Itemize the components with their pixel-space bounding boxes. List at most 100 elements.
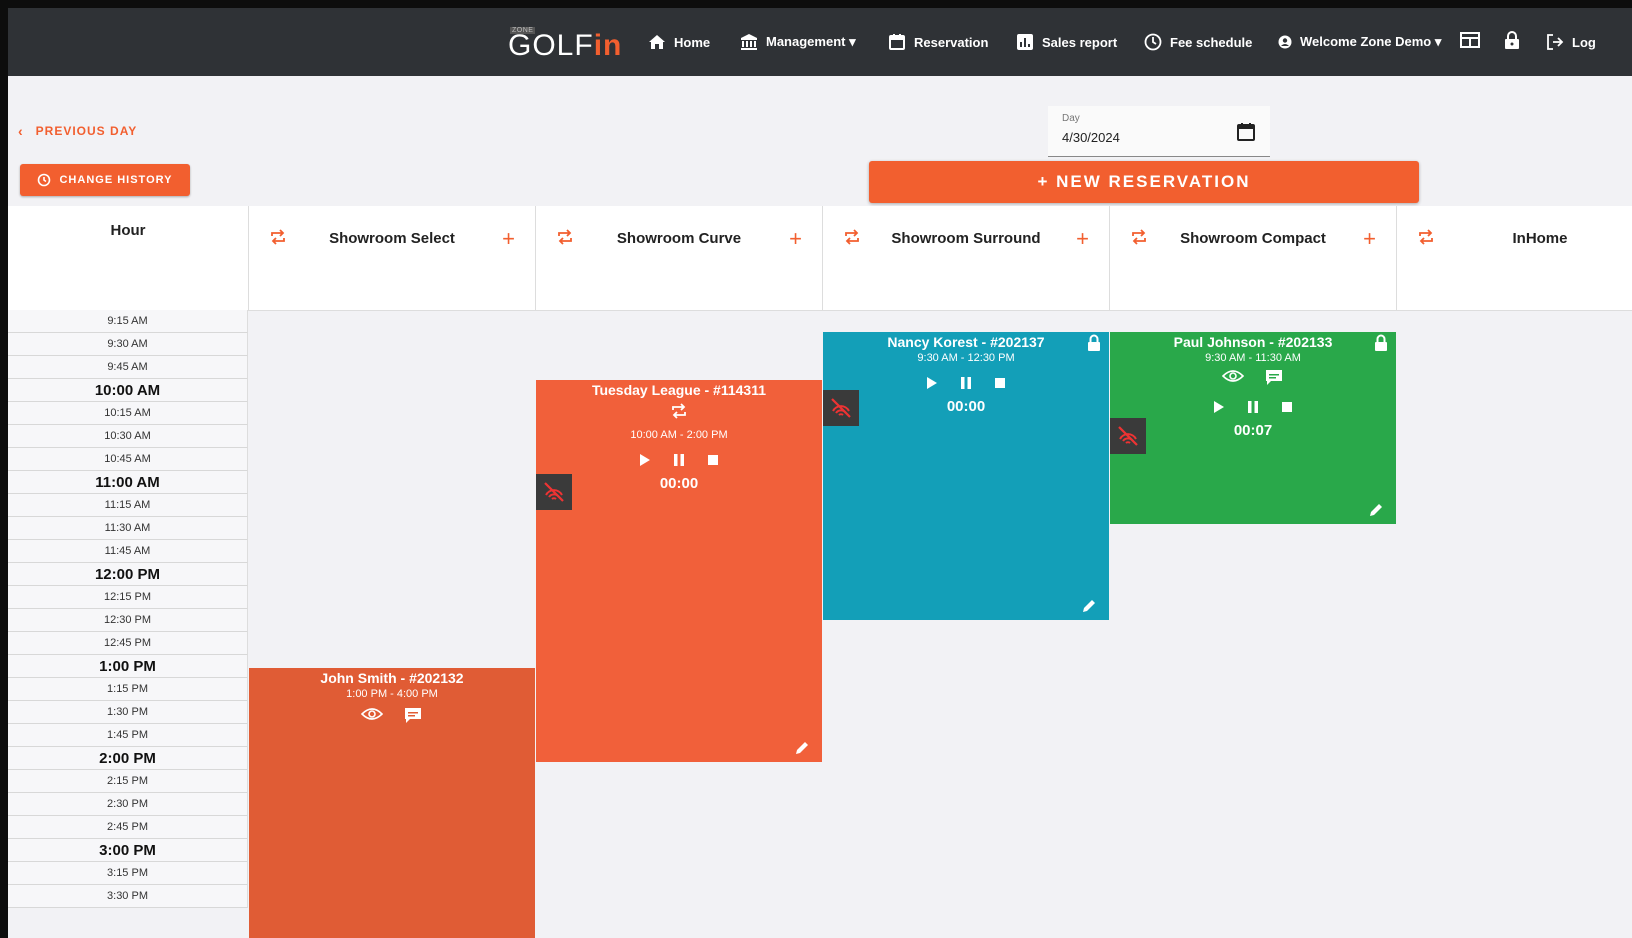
- edit-pencil-icon[interactable]: [1368, 502, 1384, 518]
- top-navbar: ZONE GOLFin Home Management ▾ Reservatio…: [8, 8, 1632, 76]
- bar-chart-icon: [1017, 34, 1033, 50]
- nav-fee-schedule[interactable]: Fee schedule: [1144, 32, 1252, 52]
- calendar-picker-icon[interactable]: [1236, 122, 1256, 142]
- logo-wordmark: GOLFin: [508, 31, 622, 61]
- lock-icon[interactable]: [1374, 334, 1388, 352]
- layout-icon[interactable]: [1460, 30, 1480, 50]
- repeat-icon[interactable]: [556, 228, 574, 246]
- column-title: Showroom Curve: [616, 230, 742, 247]
- nav-logout[interactable]: Log: [1546, 32, 1596, 52]
- comment-icon[interactable]: [403, 706, 423, 724]
- time-slot: 11:45 AM: [8, 540, 248, 563]
- play-icon[interactable]: [926, 376, 938, 390]
- reservation-title: Nancy Korest - #202137: [887, 334, 1045, 350]
- repeat-icon[interactable]: [1130, 228, 1148, 246]
- time-slot: 9:45 AM: [8, 356, 248, 379]
- reservation-card-nancy-korest[interactable]: Nancy Korest - #202137 9:30 AM - 12:30 P…: [823, 332, 1109, 620]
- time-slot: 9:15 AM: [8, 310, 248, 333]
- reservation-card-paul-johnson[interactable]: Paul Johnson - #202133 9:30 AM - 11:30 A…: [1110, 332, 1396, 524]
- logo-golf-text: GOLF: [508, 29, 594, 62]
- nav-sales-report-label: Sales report: [1042, 34, 1118, 50]
- column-header-showroom-select: Showroom Select +: [249, 206, 536, 311]
- new-reservation-label: + NEW RESERVATION: [1037, 172, 1251, 191]
- bank-icon: [741, 34, 757, 50]
- stop-icon[interactable]: [707, 454, 719, 466]
- lock-icon[interactable]: [1504, 30, 1520, 50]
- time-slot: 1:30 PM: [8, 701, 248, 724]
- chevron-left-icon: ‹: [18, 123, 24, 139]
- nav-home-label: Home: [674, 34, 711, 50]
- time-slot: 12:30 PM: [8, 609, 248, 632]
- column-header-showroom-compact: Showroom Compact +: [1110, 206, 1397, 311]
- edit-pencil-icon[interactable]: [794, 740, 810, 756]
- edit-pencil-icon[interactable]: [1081, 598, 1097, 614]
- add-reservation-plus-icon[interactable]: +: [1076, 226, 1089, 252]
- repeat-icon[interactable]: [1417, 228, 1435, 246]
- day-date-field[interactable]: Day 4/30/2024: [1048, 106, 1270, 157]
- time-slot: 1:45 PM: [8, 724, 248, 747]
- column-title: InHome: [1512, 230, 1568, 247]
- logo-in-text: in: [593, 29, 623, 62]
- change-history-label: CHANGE HISTORY: [59, 174, 173, 186]
- time-slot: 10:15 AM: [8, 402, 248, 425]
- reservation-time: 1:00 PM - 4:00 PM: [346, 688, 438, 700]
- day-field-value: 4/30/2024: [1062, 130, 1120, 145]
- zone-golf-in-logo[interactable]: ZONE GOLFin: [508, 23, 632, 63]
- reservation-card-tuesday-league[interactable]: Tuesday League - #114311 10:00 AM - 2:00…: [536, 380, 822, 762]
- pause-icon[interactable]: [960, 376, 972, 390]
- play-icon[interactable]: [639, 453, 651, 467]
- column-title: Showroom Compact: [1180, 230, 1326, 247]
- repeat-icon[interactable]: [843, 228, 861, 246]
- nav-user-menu[interactable]: Welcome Zone Demo ▾: [1278, 32, 1441, 52]
- column-title: Showroom Surround: [891, 230, 1041, 247]
- time-slot: 3:00 PM: [8, 839, 248, 862]
- lock-icon[interactable]: [1087, 334, 1101, 352]
- reservation-timer: 00:07: [1233, 422, 1273, 439]
- reservation-time: 9:30 AM - 11:30 AM: [1205, 352, 1301, 364]
- eye-icon[interactable]: [1222, 368, 1244, 384]
- time-slot: 10:30 AM: [8, 425, 248, 448]
- stop-icon[interactable]: [994, 377, 1006, 389]
- stop-icon[interactable]: [1281, 401, 1293, 413]
- eye-icon[interactable]: [361, 706, 383, 722]
- time-slot: 12:15 PM: [8, 586, 248, 609]
- repeat-icon: [672, 403, 686, 419]
- no-signal-icon: [536, 474, 572, 510]
- nav-fee-schedule-label: Fee schedule: [1170, 34, 1253, 50]
- repeat-icon[interactable]: [269, 228, 287, 246]
- previous-day-link[interactable]: ‹ PREVIOUS DAY: [18, 123, 137, 139]
- nav-sales-report[interactable]: Sales report: [1016, 32, 1117, 52]
- nav-reservation[interactable]: Reservation: [888, 32, 988, 52]
- reservation-title: Paul Johnson - #202133: [1173, 334, 1333, 350]
- comment-icon[interactable]: [1264, 368, 1284, 386]
- column-header-showroom-surround: Showroom Surround +: [823, 206, 1110, 311]
- add-reservation-plus-icon[interactable]: +: [1363, 226, 1376, 252]
- time-slot: 10:45 AM: [8, 448, 248, 471]
- nav-management[interactable]: Management ▾: [740, 32, 856, 52]
- add-reservation-plus-icon[interactable]: +: [502, 226, 515, 252]
- clock-icon: [1144, 33, 1162, 51]
- nav-home[interactable]: Home: [648, 32, 710, 52]
- column-header-showroom-curve: Showroom Curve +: [536, 206, 823, 311]
- time-slot: 3:15 PM: [8, 862, 248, 885]
- nav-management-label: Management ▾: [766, 34, 856, 49]
- add-reservation-plus-icon[interactable]: +: [789, 226, 802, 252]
- column-title: Showroom Select: [329, 230, 455, 247]
- time-slot: 11:15 AM: [8, 494, 248, 517]
- time-slot: 2:30 PM: [8, 793, 248, 816]
- time-slot: 1:00 PM: [8, 655, 248, 678]
- time-slot: 2:15 PM: [8, 770, 248, 793]
- play-icon[interactable]: [1213, 400, 1225, 414]
- time-slot: 1:15 PM: [8, 678, 248, 701]
- reservation-timer: 00:00: [946, 398, 986, 415]
- new-reservation-button[interactable]: + NEW RESERVATION: [869, 161, 1419, 203]
- reservation-time: 10:00 AM - 2:00 PM: [630, 429, 728, 441]
- change-history-button[interactable]: CHANGE HISTORY: [20, 164, 190, 196]
- reservation-title: John Smith - #202132: [320, 670, 464, 686]
- time-slot: 10:00 AM: [8, 379, 248, 402]
- pause-icon[interactable]: [1247, 400, 1259, 414]
- reservation-card-john-smith[interactable]: John Smith - #202132 1:00 PM - 4:00 PM: [249, 668, 535, 938]
- pause-icon[interactable]: [673, 453, 685, 467]
- previous-day-label: PREVIOUS DAY: [35, 124, 138, 138]
- no-signal-icon: [1110, 418, 1146, 454]
